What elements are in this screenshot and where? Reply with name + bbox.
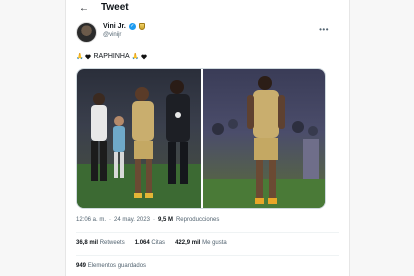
avatar[interactable] [76, 22, 97, 43]
verified-badge-icon: ✓ [128, 23, 136, 30]
views-count: 9,5 M [157, 217, 173, 223]
photo-2[interactable] [203, 69, 325, 208]
author-name[interactable]: Vini Jr. [103, 23, 126, 30]
quotes-label: Citas [151, 240, 166, 246]
quotes-stat[interactable]: 1.064 Citas [135, 240, 165, 246]
meta-separator: · [152, 217, 155, 223]
engagement-stats: 36,8 mil Retweets 1.064 Citas 422,9 mil … [76, 240, 227, 246]
tweet-media[interactable] [76, 68, 326, 209]
photo-1-illustration [77, 80, 201, 208]
tweet-detail-panel: ← Tweet Vini Jr. ✓ @vinijr ••• 🙏 RAPHINH… [66, 0, 349, 276]
divider [76, 232, 339, 233]
retweets-label: Retweets [99, 240, 125, 246]
tweet-time[interactable]: 12:06 a. m. [76, 217, 106, 223]
page-header: ← Tweet [66, 0, 349, 18]
bookmarks-count: 949 [76, 263, 87, 269]
photo-2-illustration [203, 76, 325, 208]
author-name-row: Vini Jr. ✓ [103, 23, 145, 30]
photo-1[interactable] [77, 69, 201, 208]
tweet-meta: 12:06 a. m. · 24 may. 2023 · 9,5 M Repro… [76, 217, 219, 223]
left-sidebar [0, 0, 66, 276]
likes-label: Me gusta [202, 240, 227, 246]
likes-stat[interactable]: 422,9 mil Me gusta [175, 240, 227, 246]
quotes-count: 1.064 [134, 240, 150, 246]
bookmarks-label: Elementos guardados [87, 263, 147, 269]
retweets-count: 36,8 mil [76, 240, 99, 246]
tweet-date[interactable]: 24 may. 2023 [114, 217, 150, 223]
black-heart-icon [85, 54, 92, 59]
bookmarks-stat[interactable]: 949 Elementos guardados [76, 263, 146, 269]
likes-count: 422,9 mil [175, 240, 201, 246]
right-sidebar [349, 0, 414, 276]
views-label: Reproducciones [175, 217, 220, 223]
arrow-left-icon[interactable]: ← [79, 3, 89, 14]
praying-hands-icon: 🙏 [131, 54, 140, 60]
retweets-stat[interactable]: 36,8 mil Retweets [76, 240, 125, 246]
divider [76, 255, 339, 256]
black-heart-icon [141, 54, 147, 59]
tweet-body-text: RAPHINHA [93, 53, 130, 60]
praying-hands-icon: 🙏 [76, 54, 84, 60]
more-options-icon[interactable]: ••• [319, 25, 329, 34]
author-handle[interactable]: @vinijr [103, 32, 121, 38]
club-crest-icon [138, 23, 145, 30]
tweet-text: 🙏 RAPHINHA 🙏 [76, 53, 147, 60]
page-title: Tweet [101, 2, 129, 13]
meta-separator: · [109, 217, 112, 223]
